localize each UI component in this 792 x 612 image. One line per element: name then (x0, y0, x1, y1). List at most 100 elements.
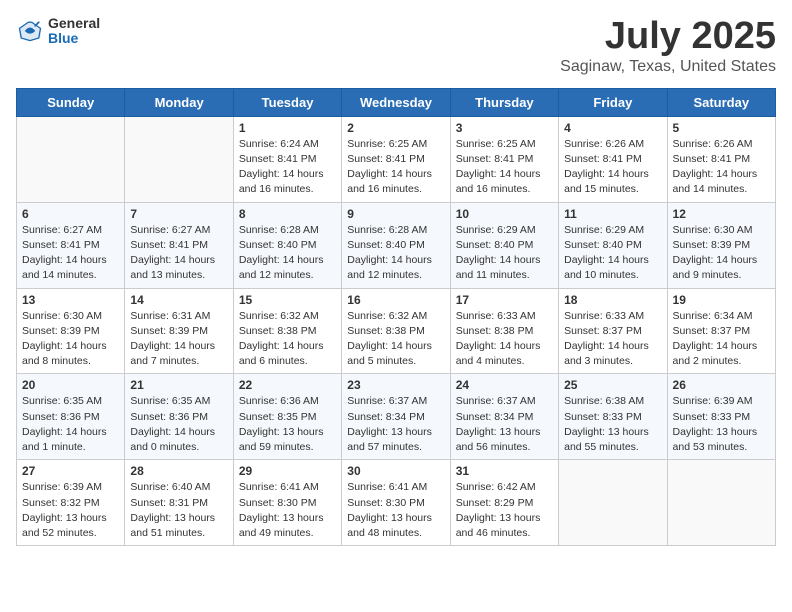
calendar-cell: 19 Sunrise: 6:34 AMSunset: 8:37 PMDayligh… (667, 288, 775, 374)
day-number: 16 (347, 293, 444, 307)
day-number: 22 (239, 378, 336, 392)
day-info: Sunrise: 6:26 AMSunset: 8:41 PMDaylight:… (673, 137, 770, 198)
day-of-week-tuesday: Tuesday (233, 88, 341, 116)
day-of-week-thursday: Thursday (450, 88, 558, 116)
day-info: Sunrise: 6:42 AMSunset: 8:29 PMDaylight:… (456, 480, 553, 541)
day-number: 20 (22, 378, 119, 392)
day-of-week-wednesday: Wednesday (342, 88, 450, 116)
calendar-cell: 20Sunrise: 6:35 AMSunset: 8:36 PMDayligh… (17, 374, 125, 460)
calendar-week-5: 27 Sunrise: 6:39 AMSunset: 8:32 PMDayligh… (17, 460, 776, 546)
calendar-cell (125, 116, 233, 202)
day-number: 30 (347, 464, 444, 478)
day-number: 15 (239, 293, 336, 307)
day-number: 12 (673, 207, 770, 221)
day-number: 5 (673, 121, 770, 135)
calendar-week-4: 20 Sunrise: 6:35 AMSunset: 8:36 PMDayligh… (17, 374, 776, 460)
day-number: 21 (130, 378, 227, 392)
day-info: Sunrise: 6:36 AMSunset: 8:35 PMDaylight:… (239, 394, 336, 455)
day-info: Sunrise: 6:28 AMSunset: 8:40 PMDaylight:… (347, 223, 444, 284)
day-number: 31 (456, 464, 553, 478)
calendar-cell: 1Sunrise: 6:24 AMSunset: 8:41 PMDaylight… (233, 116, 341, 202)
calendar-cell: 3Sunrise: 6:25 AMSunset: 8:41 PMDaylight… (450, 116, 558, 202)
day-info: Sunrise: 6:35 AMSunset: 8:36 PMDaylight:… (130, 394, 227, 455)
calendar-cell: 18 Sunrise: 6:33 AMSunset: 8:37 PMDayligh… (559, 288, 667, 374)
day-number: 4 (564, 121, 661, 135)
calendar-cell: 13Sunrise: 6:30 AMSunset: 8:39 PMDayligh… (17, 288, 125, 374)
day-number: 28 (130, 464, 227, 478)
calendar-cell (17, 116, 125, 202)
calendar-cell: 2 Sunrise: 6:25 AMSunset: 8:41 PMDaylight… (342, 116, 450, 202)
calendar-cell: 25 Sunrise: 6:38 AMSunset: 8:33 PMDayligh… (559, 374, 667, 460)
day-number: 9 (347, 207, 444, 221)
day-number: 23 (347, 378, 444, 392)
calendar-cell: 31 Sunrise: 6:42 AMSunset: 8:29 PMDayligh… (450, 460, 558, 546)
day-info: Sunrise: 6:27 AMSunset: 8:41 PMDaylight:… (22, 223, 119, 284)
day-number: 10 (456, 207, 553, 221)
logo: General Blue (16, 16, 100, 47)
day-number: 25 (564, 378, 661, 392)
day-number: 24 (456, 378, 553, 392)
calendar-cell: 28 Sunrise: 6:40 AMSunset: 8:31 PMDayligh… (125, 460, 233, 546)
calendar-table: SundayMondayTuesdayWednesdayThursdayFrid… (16, 88, 776, 546)
day-number: 6 (22, 207, 119, 221)
day-info: Sunrise: 6:37 AMSunset: 8:34 PMDaylight:… (456, 394, 553, 455)
day-info: Sunrise: 6:25 AMSunset: 8:41 PMDaylight:… (347, 137, 444, 198)
calendar-cell (559, 460, 667, 546)
day-info: Sunrise: 6:29 AMSunset: 8:40 PMDaylight:… (564, 223, 661, 284)
day-number: 14 (130, 293, 227, 307)
calendar-week-2: 6 Sunrise: 6:27 AMSunset: 8:41 PMDaylight… (17, 202, 776, 288)
day-of-week-friday: Friday (559, 88, 667, 116)
day-info: Sunrise: 6:32 AMSunset: 8:38 PMDaylight:… (239, 309, 336, 370)
day-number: 26 (673, 378, 770, 392)
day-of-week-sunday: Sunday (17, 88, 125, 116)
calendar-header: SundayMondayTuesdayWednesdayThursdayFrid… (17, 88, 776, 116)
day-info: Sunrise: 6:38 AMSunset: 8:33 PMDaylight:… (564, 394, 661, 455)
day-info: Sunrise: 6:24 AMSunset: 8:41 PMDaylight:… (239, 137, 336, 198)
calendar-cell: 29Sunrise: 6:41 AMSunset: 8:30 PMDayligh… (233, 460, 341, 546)
day-info: Sunrise: 6:33 AMSunset: 8:37 PMDaylight:… (564, 309, 661, 370)
day-info: Sunrise: 6:34 AMSunset: 8:37 PMDaylight:… (673, 309, 770, 370)
day-number: 19 (673, 293, 770, 307)
day-info: Sunrise: 6:30 AMSunset: 8:39 PMDaylight:… (673, 223, 770, 284)
logo-blue-text: Blue (48, 31, 100, 46)
logo-icon (16, 17, 44, 45)
title-block: July 2025 Saginaw, Texas, United States (560, 16, 776, 76)
day-number: 29 (239, 464, 336, 478)
calendar-cell: 30 Sunrise: 6:41 AMSunset: 8:30 PMDayligh… (342, 460, 450, 546)
calendar-cell: 9 Sunrise: 6:28 AMSunset: 8:40 PMDaylight… (342, 202, 450, 288)
day-info: Sunrise: 6:37 AMSunset: 8:34 PMDaylight:… (347, 394, 444, 455)
calendar-cell: 14Sunrise: 6:31 AMSunset: 8:39 PMDayligh… (125, 288, 233, 374)
day-info: Sunrise: 6:29 AMSunset: 8:40 PMDaylight:… (456, 223, 553, 284)
calendar-cell: 4Sunrise: 6:26 AMSunset: 8:41 PMDaylight… (559, 116, 667, 202)
day-info: Sunrise: 6:27 AMSunset: 8:41 PMDaylight:… (130, 223, 227, 284)
day-number: 11 (564, 207, 661, 221)
day-info: Sunrise: 6:39 AMSunset: 8:32 PMDaylight:… (22, 480, 119, 541)
calendar-body: 1Sunrise: 6:24 AMSunset: 8:41 PMDaylight… (17, 116, 776, 545)
day-info: Sunrise: 6:32 AMSunset: 8:38 PMDaylight:… (347, 309, 444, 370)
calendar-cell: 7 Sunrise: 6:27 AMSunset: 8:41 PMDaylight… (125, 202, 233, 288)
day-info: Sunrise: 6:33 AMSunset: 8:38 PMDaylight:… (456, 309, 553, 370)
calendar-cell: 5 Sunrise: 6:26 AMSunset: 8:41 PMDaylight… (667, 116, 775, 202)
day-info: Sunrise: 6:28 AMSunset: 8:40 PMDaylight:… (239, 223, 336, 284)
day-number: 7 (130, 207, 227, 221)
day-number: 2 (347, 121, 444, 135)
calendar-cell: 24 Sunrise: 6:37 AMSunset: 8:34 PMDayligh… (450, 374, 558, 460)
day-info: Sunrise: 6:41 AMSunset: 8:30 PMDaylight:… (347, 480, 444, 541)
sub-title: Saginaw, Texas, United States (560, 58, 776, 76)
calendar-cell: 11 Sunrise: 6:29 AMSunset: 8:40 PMDayligh… (559, 202, 667, 288)
calendar-cell (667, 460, 775, 546)
day-number: 8 (239, 207, 336, 221)
day-number: 13 (22, 293, 119, 307)
calendar-cell: 27 Sunrise: 6:39 AMSunset: 8:32 PMDayligh… (17, 460, 125, 546)
logo-general-text: General (48, 16, 100, 31)
calendar-cell: 16 Sunrise: 6:32 AMSunset: 8:38 PMDayligh… (342, 288, 450, 374)
day-info: Sunrise: 6:40 AMSunset: 8:31 PMDaylight:… (130, 480, 227, 541)
day-number: 18 (564, 293, 661, 307)
day-info: Sunrise: 6:25 AMSunset: 8:41 PMDaylight:… (456, 137, 553, 198)
main-title: July 2025 (560, 16, 776, 58)
calendar-cell: 12 Sunrise: 6:30 AMSunset: 8:39 PMDayligh… (667, 202, 775, 288)
calendar-week-3: 13Sunrise: 6:30 AMSunset: 8:39 PMDayligh… (17, 288, 776, 374)
calendar-week-1: 1Sunrise: 6:24 AMSunset: 8:41 PMDaylight… (17, 116, 776, 202)
day-number: 17 (456, 293, 553, 307)
day-number: 27 (22, 464, 119, 478)
